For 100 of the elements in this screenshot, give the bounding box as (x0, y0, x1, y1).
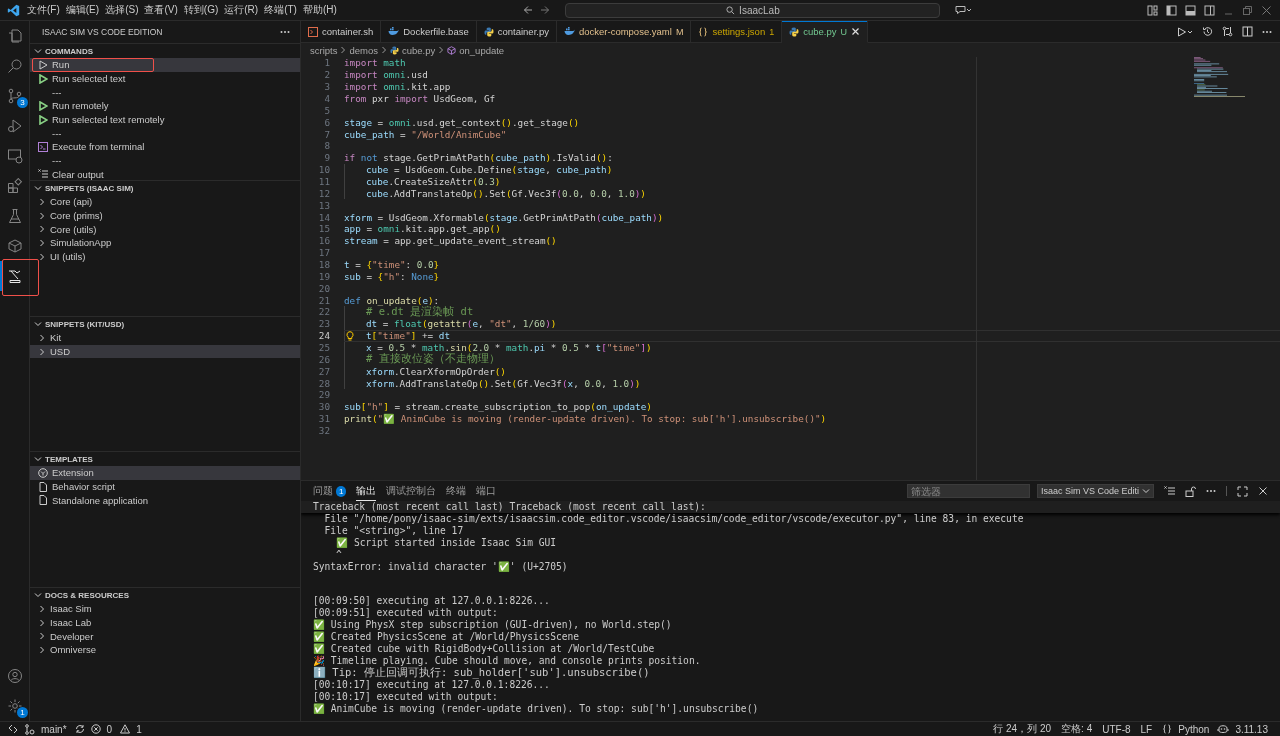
branch-status[interactable]: main* (41, 723, 67, 735)
menu-item[interactable]: 选择(S) (102, 2, 142, 18)
tree-item[interactable]: SimulationApp (30, 236, 300, 250)
more-icon[interactable] (280, 30, 290, 34)
breadcrumb-item[interactable]: demos (349, 44, 378, 56)
sidebar-toggle-icon[interactable] (1166, 4, 1177, 16)
python-version-status[interactable]: 3.11.13 (1235, 723, 1268, 735)
panel-tab[interactable]: 终端 (446, 481, 467, 501)
more-icon[interactable] (1262, 29, 1272, 34)
editor-tab[interactable]: Dockerfile.base (381, 21, 477, 43)
panel-tab[interactable]: 端口 (476, 481, 497, 501)
panel-tab[interactable]: 问题 1 (313, 481, 347, 501)
more-icon[interactable] (1206, 489, 1216, 493)
clear-output-icon[interactable] (1164, 485, 1175, 497)
search-icon (6, 58, 23, 74)
command-item[interactable]: Standalone application (30, 493, 300, 508)
tree-item[interactable]: Core (prims) (30, 208, 300, 223)
separator-item[interactable]: --- (30, 153, 300, 168)
section-header[interactable]: SNIPPETS (KIT/USD) (30, 317, 300, 331)
command-item[interactable]: Run remotely (30, 99, 300, 113)
indentation-status[interactable]: 空格: 4 (1061, 722, 1093, 736)
lock-icon[interactable] (1185, 485, 1196, 497)
error-count[interactable]: 0 (106, 723, 113, 735)
menu-item[interactable]: 终端(T) (261, 2, 300, 18)
layout-icon[interactable] (1147, 4, 1158, 16)
tree-item[interactable]: USD (30, 344, 300, 359)
panel-toggle-icon[interactable] (1185, 4, 1196, 16)
tree-item[interactable]: Omniverse (30, 643, 300, 657)
run-icon[interactable] (1177, 26, 1193, 37)
section-header[interactable]: DOCS & RESOURCES (30, 588, 300, 602)
editor-tab[interactable]: settings.json 1 (691, 21, 783, 43)
editor-tab[interactable]: docker-compose.yaml M (556, 21, 692, 43)
line-number: 17 (317, 247, 330, 259)
chevron-icon (380, 46, 387, 54)
breadcrumb-item[interactable]: on_update (459, 44, 505, 56)
tree-item[interactable]: Core (utils) (30, 222, 300, 237)
section-header[interactable]: COMMANDS (30, 44, 300, 58)
section-header[interactable]: TEMPLATES (30, 452, 300, 466)
tree-item[interactable]: Kit (30, 331, 300, 345)
split-editor-icon[interactable] (1242, 26, 1253, 37)
output-channel-dropdown[interactable]: Isaac Sim VS Code Editi (1036, 484, 1154, 498)
tree-item[interactable]: Isaac Lab (30, 615, 300, 630)
panel-tab[interactable]: 调试控制台 (386, 481, 437, 501)
separator-item[interactable]: --- (30, 85, 300, 100)
back-icon[interactable] (523, 5, 534, 15)
remote-icon[interactable] (8, 724, 18, 734)
menu-item[interactable]: 查看(V) (141, 2, 181, 18)
sync-icon[interactable] (74, 724, 85, 734)
line-ending-status[interactable]: LF (1140, 723, 1153, 735)
tree-item[interactable]: Developer (30, 629, 300, 644)
tree-item[interactable]: Isaac Sim (30, 602, 300, 616)
compare-icon[interactable] (1222, 26, 1233, 37)
play-icon (38, 100, 48, 111)
breadcrumb-item[interactable]: cube.py (401, 44, 436, 56)
activity-item[interactable]: 3 (0, 81, 29, 111)
menu-item[interactable]: 运行(R) (221, 2, 262, 18)
breadcrumb-item[interactable]: scripts (310, 44, 338, 56)
menu-item[interactable]: 帮助(H) (299, 2, 340, 18)
command-item[interactable]: Run (30, 58, 300, 72)
code-line: print("✅ AnimCube is moving (render-update driven). To stop: sub['h'].unsubscribe()") (344, 413, 827, 425)
search-field[interactable]: IsaacLab (565, 2, 941, 18)
command-item[interactable]: Extension (30, 466, 300, 480)
tree-item[interactable]: UI (utils) (30, 249, 300, 264)
command-item[interactable]: Run selected text (30, 71, 300, 86)
panel-tab[interactable]: 输出 (356, 481, 377, 501)
close-icon[interactable] (1258, 486, 1268, 496)
maximize-icon[interactable] (1237, 485, 1248, 497)
history-icon[interactable] (1202, 26, 1213, 37)
cursor-position[interactable]: 行 24，列 20 (993, 722, 1052, 736)
editor-tab[interactable]: container.py (476, 21, 557, 43)
file-icon (38, 495, 48, 506)
account-icon[interactable] (6, 668, 23, 684)
chat-icon[interactable] (955, 5, 974, 15)
section-header[interactable]: SNIPPETS (ISAAC SIM) (30, 181, 300, 195)
lightbulb-icon[interactable] (346, 330, 354, 341)
menu-item[interactable]: 文件(F) (24, 2, 63, 18)
filter-field[interactable]: 筛选器 (906, 484, 1030, 498)
restore-icon[interactable] (1242, 4, 1253, 16)
copilot-icon[interactable] (1217, 724, 1230, 734)
line-number: 12 (317, 187, 330, 199)
line-number: 8 (323, 140, 330, 152)
command-item[interactable]: Run selected text remotely (30, 112, 300, 127)
menu-item[interactable]: 转到(G) (180, 2, 222, 18)
editor-tab[interactable]: container.sh (301, 21, 382, 43)
output-line: [00:09:50] executing at 127.0.0.1:8226... (313, 595, 551, 608)
play-icon (38, 59, 48, 70)
separator-item[interactable]: --- (30, 126, 300, 141)
command-item[interactable]: Clear output (30, 167, 300, 182)
command-item[interactable]: Behavior script (30, 479, 300, 494)
encoding-status[interactable]: UTF-8 (1102, 723, 1131, 735)
settings-icon[interactable] (6, 698, 23, 714)
tree-item[interactable]: Core (api) (30, 195, 300, 209)
command-item[interactable]: Execute from terminal (30, 140, 300, 154)
language-status[interactable]: Python (1178, 723, 1210, 735)
editor-tab[interactable]: cube.py U (782, 21, 868, 43)
secondary-sidebar-icon[interactable] (1204, 4, 1215, 16)
menu-item[interactable]: 编辑(E) (62, 2, 103, 18)
braces-icon (1162, 724, 1173, 734)
line-number: 9 (323, 152, 330, 164)
warning-count[interactable]: 1 (136, 723, 142, 735)
